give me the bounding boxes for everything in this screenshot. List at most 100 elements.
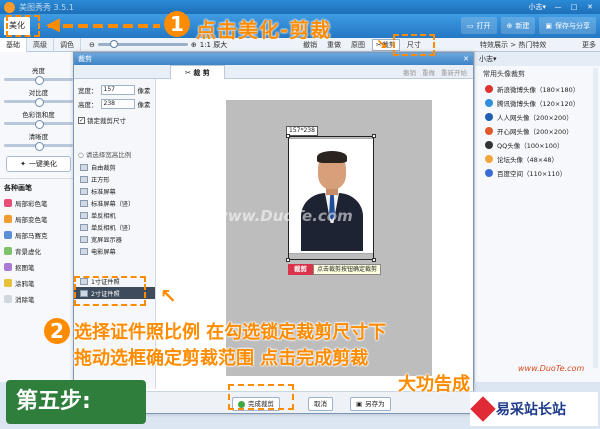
save-icon: ▣ (356, 400, 363, 408)
annotation-box-id-ratio (74, 276, 146, 306)
user-menu[interactable]: 小志▾ (528, 2, 546, 12)
ratio-movie[interactable]: 电影屏幕 (74, 245, 155, 257)
lock-size-checkbox[interactable]: ✓ 锁定裁剪尺寸 (78, 115, 151, 125)
avatar-size-item[interactable]: 腾讯微博头像（120×120） (475, 96, 600, 110)
zoom-knob[interactable] (109, 40, 118, 48)
tab-crop[interactable]: ✂ 裁 剪 (170, 64, 225, 79)
ratio-free[interactable]: 自由裁剪 (74, 161, 155, 173)
width-unit: 像素 (137, 87, 151, 95)
ratio-standard[interactable]: 标准屏幕 (74, 185, 155, 197)
dialog-restart-button[interactable]: 重新开始 (441, 67, 467, 77)
blur-icon (4, 247, 12, 255)
kaixin-icon (485, 127, 493, 135)
minimize-button[interactable]: — (552, 2, 564, 12)
arrow-left-icon: ↖ (160, 284, 177, 308)
arrow-head-icon: ◀ (46, 14, 60, 35)
brush-item-doodle[interactable]: 涂鸦笔 (0, 275, 77, 291)
height-label: 高度： (78, 101, 98, 109)
height-unit: 像素 (137, 101, 151, 109)
ratio-standard-vertical[interactable]: 标准屏幕（竖） (74, 197, 155, 209)
right-panel-scrollbar[interactable] (593, 68, 598, 368)
top-actions: ▭ 打开 ⊕ 新建 ▣ 保存与分享 (460, 17, 596, 34)
saturation-adjust[interactable]: 色彩饱和度 (0, 106, 77, 129)
avatar-size-item[interactable]: 人人网头像（200×200） (475, 110, 600, 124)
crop-size-tag: 157*238 (286, 126, 318, 136)
one-key-beautify-button[interactable]: ✦ 一键美化 (6, 156, 71, 172)
brand-logo: 易采站长站 (470, 392, 598, 426)
save-share-button[interactable]: ▣ 保存与分享 (539, 17, 596, 34)
new-button[interactable]: ⊕ 新建 (500, 17, 536, 34)
contrast-slider[interactable] (4, 98, 73, 107)
maximize-button[interactable]: □ (568, 2, 580, 12)
crop-handle[interactable] (372, 134, 376, 138)
brightness-adjust[interactable]: 亮度 (0, 62, 77, 85)
crop-hint: 点击裁剪按钮确定裁剪 (313, 264, 382, 275)
brightness-slider[interactable] (4, 76, 73, 85)
lock-size-label: 锁定裁剪尺寸 (87, 117, 126, 125)
dialog-close-button[interactable]: ✕ (463, 53, 469, 65)
watermark: www.DuoTe.com (214, 207, 353, 225)
subtab-color[interactable]: 调色 (54, 37, 81, 52)
brush-item-eraser[interactable]: 消除笔 (0, 291, 77, 307)
save-icon: ▣ (545, 21, 552, 30)
brush-item-local-recolor[interactable]: 局部变色笔 (0, 211, 77, 227)
width-input[interactable]: 157 (100, 85, 135, 95)
avatar-size-item[interactable]: 论坛头像（48×48） (475, 152, 600, 166)
cancel-button[interactable]: 取消 (308, 397, 333, 411)
folder-icon: ▭ (466, 21, 474, 30)
hot-effects-breadcrumb[interactable]: 特效展示 > 热门特效 (476, 38, 550, 52)
dialog-redo-button[interactable]: 重做 (422, 67, 435, 77)
brand-diamond-icon (470, 396, 496, 422)
close-button[interactable]: ✕ (584, 2, 596, 12)
crop-handle[interactable] (286, 134, 290, 138)
forum-icon (485, 155, 493, 163)
ratio-dslr[interactable]: 单反相机 (74, 209, 155, 221)
save-as-button[interactable]: ▣ 另存为 (350, 397, 391, 411)
brush-item-blur-bg[interactable]: 背景虚化 (0, 243, 77, 259)
step-five-label: 第五步: (6, 380, 146, 424)
subtab-basic[interactable]: 基础 (0, 37, 27, 52)
ratio-square[interactable]: 正方形 (74, 173, 155, 185)
title-bar: 美图秀秀 3.5.1 小志▾ — □ ✕ (0, 0, 600, 14)
step2-badge: 2 (44, 318, 70, 344)
step2-instruction-line1: 选择证件照比例 在勾选锁定裁剪尺寸下 (74, 322, 387, 343)
arrow-down-icon: ↘ (376, 37, 388, 53)
height-input[interactable]: 238 (100, 99, 135, 109)
avatar-size-item[interactable]: 开心网头像（200×200） (475, 124, 600, 138)
contrast-adjust[interactable]: 对比度 (0, 84, 77, 107)
avatar-crop-section: 常用头像裁剪 (483, 70, 525, 78)
avatar-size-item[interactable]: QQ头像（100×100） (475, 138, 600, 152)
more-link[interactable]: 更多 (582, 38, 596, 52)
sharpness-adjust[interactable]: 清晰度 (0, 128, 77, 151)
zoom-slider[interactable] (97, 40, 188, 48)
site-domain: www.DuoTe.com (518, 364, 585, 373)
sharpness-slider[interactable] (4, 142, 73, 151)
brush-item-mosaic[interactable]: 局部马赛克 (0, 227, 77, 243)
pen-icon (4, 279, 12, 287)
eraser-icon (4, 295, 12, 303)
zoom-out-icon[interactable]: ⊖ (89, 41, 95, 49)
crop-handle[interactable] (286, 258, 290, 262)
saturation-slider[interactable] (4, 120, 73, 129)
restore-button[interactable]: 原图 (348, 40, 368, 50)
dialog-undo-button[interactable]: 撤销 (403, 67, 416, 77)
ratio-widescreen[interactable]: 宽屏显示器 (74, 233, 155, 245)
brush-item-local-color[interactable]: 局部彩色笔 (0, 195, 77, 211)
avatar-size-item[interactable]: 百度空间（110×110） (475, 166, 600, 180)
ratio-dslr-vertical[interactable]: 单反相机（竖） (74, 221, 155, 233)
step2-instruction-line3: 大功告成 (398, 374, 470, 395)
plus-icon: ⊕ (506, 21, 513, 30)
avatar-size-item[interactable]: 新浪微博头像（180×180） (475, 82, 600, 96)
crop-handle[interactable] (372, 258, 376, 262)
apply-crop-button[interactable]: 裁剪 (288, 264, 313, 275)
checkbox-icon[interactable]: ✓ (78, 116, 85, 124)
subtab-advanced[interactable]: 高级 (27, 37, 54, 52)
ratio-icon (80, 211, 88, 219)
magic-icon: ✦ (20, 160, 26, 168)
right-panel-header: 小志▾ (475, 52, 600, 66)
brush-item-cutout[interactable]: 抠图笔 (0, 259, 77, 275)
ratio-icon (80, 175, 88, 183)
open-button[interactable]: ▭ 打开 (460, 17, 497, 34)
dialog-tabs: ✂ 裁 剪 撤销 重做 重新开始 (74, 64, 473, 79)
crop-frame[interactable] (286, 134, 376, 262)
